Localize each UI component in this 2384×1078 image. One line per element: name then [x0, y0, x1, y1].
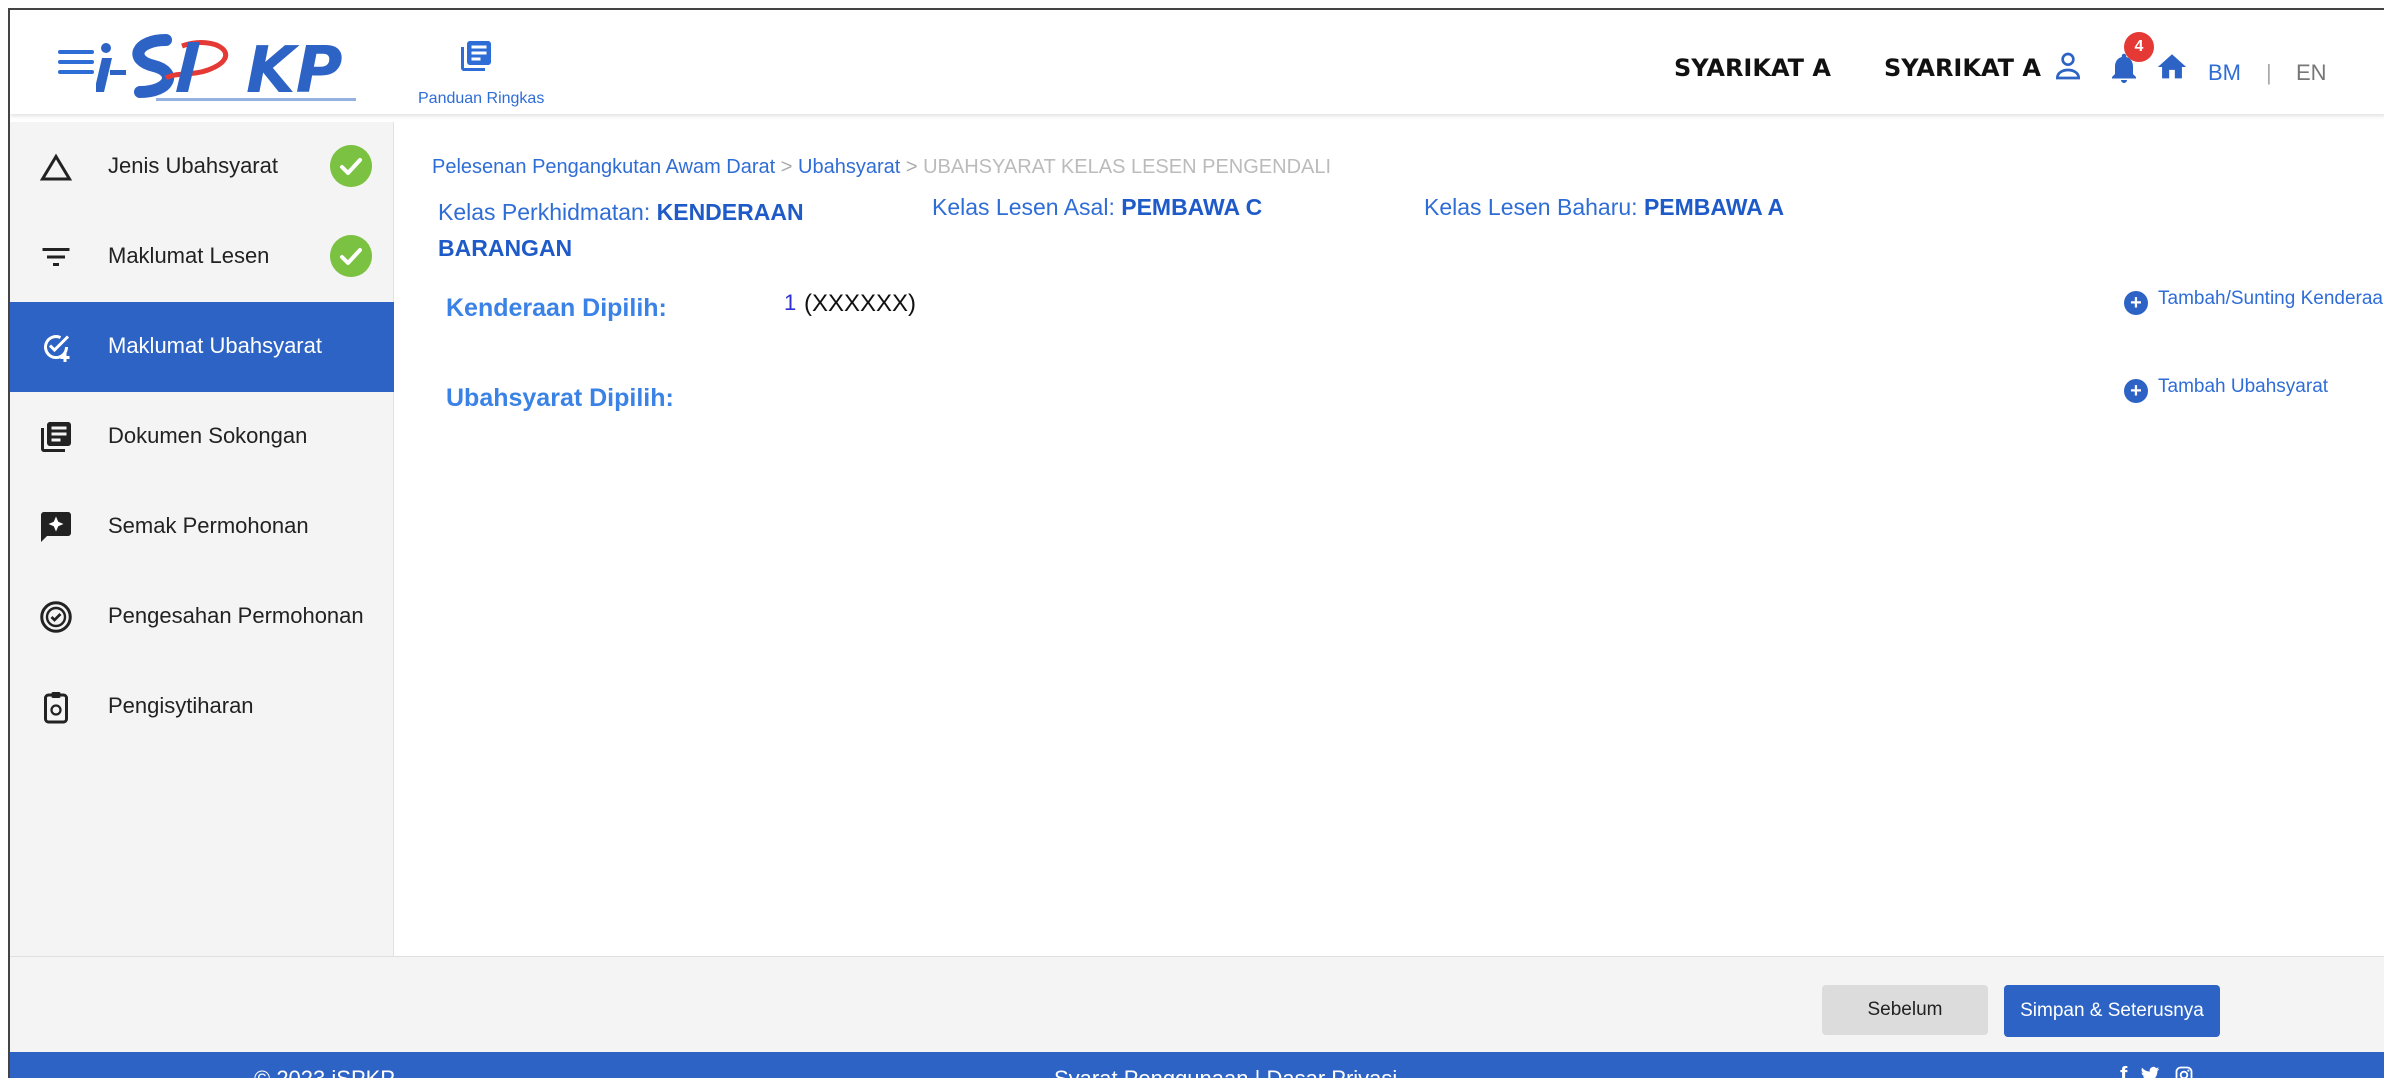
triangle-icon — [39, 153, 73, 181]
quick-guide-link[interactable]: Panduan Ringkas — [418, 38, 578, 108]
plus-circle-icon: + — [2124, 291, 2148, 315]
service-class-label: Kelas Perkhidmatan: — [438, 199, 651, 225]
twitter-icon[interactable] — [2139, 1065, 2161, 1078]
quick-guide-label: Panduan Ringkas — [418, 90, 545, 107]
breadcrumb: Pelesenan Pengangkutan Awam Darat > Ubah… — [432, 156, 1331, 179]
add-condition-label: Tambah Ubahsyarat — [2158, 376, 2329, 397]
footer-links: Syarat Penggunaan | Dasar Privasi — [1054, 1066, 1397, 1078]
footer-divider: | — [1255, 1066, 1261, 1078]
sidebar-item-semak-permohonan[interactable]: Semak Permohonan — [10, 482, 394, 572]
terms-link[interactable]: Syarat Penggunaan — [1054, 1066, 1249, 1078]
breadcrumb-item-pelesenan[interactable]: Pelesenan Pengangkutan Awam Darat — [432, 156, 775, 178]
new-class-label: Kelas Lesen Baharu: — [1424, 194, 1638, 220]
site-footer: © 2023 iSPKP Syarat Penggunaan | Dasar P… — [10, 1052, 2384, 1078]
original-class-info: Kelas Lesen Asal: PEMBAWA C — [932, 194, 1262, 221]
social-links: f — [2120, 1062, 2194, 1078]
document-list-icon — [41, 422, 71, 452]
ispkp-logo[interactable]: KP — [96, 26, 406, 106]
language-bm[interactable]: BM — [2208, 60, 2241, 86]
step-sidebar: Jenis Ubahsyarat Maklumat Lesen Maklumat… — [10, 122, 394, 956]
company-name-secondary[interactable]: SYARIKAT A — [1884, 54, 2041, 82]
sidebar-item-label: Dokumen Sokongan — [108, 423, 308, 448]
sidebar-item-label: Maklumat Ubahsyarat — [108, 333, 322, 358]
condition-selected-label: Ubahsyarat Dipilih: — [446, 384, 674, 412]
main-content: Pelesenan Pengangkutan Awam Darat > Ubah… — [394, 122, 2384, 956]
menu-icon[interactable] — [58, 50, 94, 78]
vehicle-selected-label: Kenderaan Dipilih: — [446, 294, 667, 322]
save-next-button[interactable]: Simpan & Seterusnya — [2004, 985, 2220, 1037]
check-circle-icon — [330, 145, 372, 187]
add-edit-vehicle-label: Tambah/Sunting Kenderaan — [2158, 288, 2384, 309]
breadcrumb-separator: > — [905, 156, 918, 178]
plus-circle-icon: + — [2124, 379, 2148, 403]
breadcrumb-current: UBAHSYARAT KELAS LESEN PENGENDALI — [923, 156, 1332, 178]
breadcrumb-separator: > — [780, 156, 793, 178]
language-divider: | — [2266, 60, 2272, 85]
facebook-icon[interactable]: f — [2120, 1062, 2127, 1078]
service-class-info: Kelas Perkhidmatan: KENDERAAN BARANGAN — [438, 194, 868, 266]
app-window: KP Panduan Ringkas SYARIKAT A SYARIKAT A… — [8, 8, 2384, 1078]
sidebar-item-label: Maklumat Lesen — [108, 243, 270, 268]
sidebar-item-jenis-ubahsyarat[interactable]: Jenis Ubahsyarat — [10, 122, 394, 212]
sidebar-item-pengesahan-permohonan[interactable]: Pengesahan Permohonan — [10, 572, 394, 662]
new-class-value: PEMBAWA A — [1643, 194, 1785, 220]
book-icon — [461, 41, 491, 71]
add-edit-vehicle-button[interactable]: + Tambah/Sunting Kenderaan — [2124, 288, 2384, 315]
filter-icon — [42, 248, 70, 266]
home-icon[interactable] — [2154, 50, 2190, 84]
check-circle-icon — [330, 235, 372, 277]
clipboard-icon — [44, 692, 68, 724]
instagram-icon[interactable] — [2174, 1065, 2194, 1078]
check-add-icon — [44, 335, 70, 362]
review-chat-icon — [41, 512, 71, 542]
notification-badge: 4 — [2124, 32, 2154, 62]
add-condition-button[interactable]: + Tambah Ubahsyarat — [2124, 376, 2328, 403]
sidebar-item-pengisytiharan[interactable]: Pengisytiharan — [10, 662, 394, 752]
new-class-info: Kelas Lesen Baharu: PEMBAWA A — [1424, 194, 1784, 221]
sidebar-item-label: Pengesahan Permohonan — [108, 603, 364, 628]
user-icon[interactable] — [2052, 50, 2084, 82]
form-action-bar: Sebelum Simpan & Seterusnya — [10, 956, 2384, 1052]
top-header: KP Panduan Ringkas SYARIKAT A SYARIKAT A… — [10, 10, 2384, 114]
original-class-label: Kelas Lesen Asal: — [932, 194, 1115, 220]
sidebar-item-maklumat-lesen[interactable]: Maklumat Lesen — [10, 212, 394, 302]
copyright-text: © 2023 iSPKP — [254, 1066, 395, 1078]
vehicle-code: (XXXXXX) — [804, 290, 917, 317]
sidebar-item-label: Semak Permohonan — [108, 513, 309, 538]
vehicle-count-link[interactable]: 1 — [784, 290, 796, 316]
sidebar-item-dokumen-sokongan[interactable]: Dokumen Sokongan — [10, 392, 394, 482]
sidebar-item-maklumat-ubahsyarat[interactable]: Maklumat Ubahsyarat — [10, 302, 394, 392]
svg-text:KP: KP — [246, 34, 343, 106]
breadcrumb-item-ubahsyarat[interactable]: Ubahsyarat — [798, 156, 900, 178]
sidebar-item-label: Jenis Ubahsyarat — [108, 153, 278, 178]
company-name-primary: SYARIKAT A — [1674, 54, 1831, 82]
privacy-link[interactable]: Dasar Privasi — [1266, 1066, 1397, 1078]
sidebar-item-label: Pengisytiharan — [108, 693, 254, 718]
verified-badge-icon — [40, 601, 72, 633]
previous-button[interactable]: Sebelum — [1822, 985, 1988, 1035]
original-class-value: PEMBAWA C — [1121, 194, 1263, 220]
language-en[interactable]: EN — [2296, 60, 2327, 86]
